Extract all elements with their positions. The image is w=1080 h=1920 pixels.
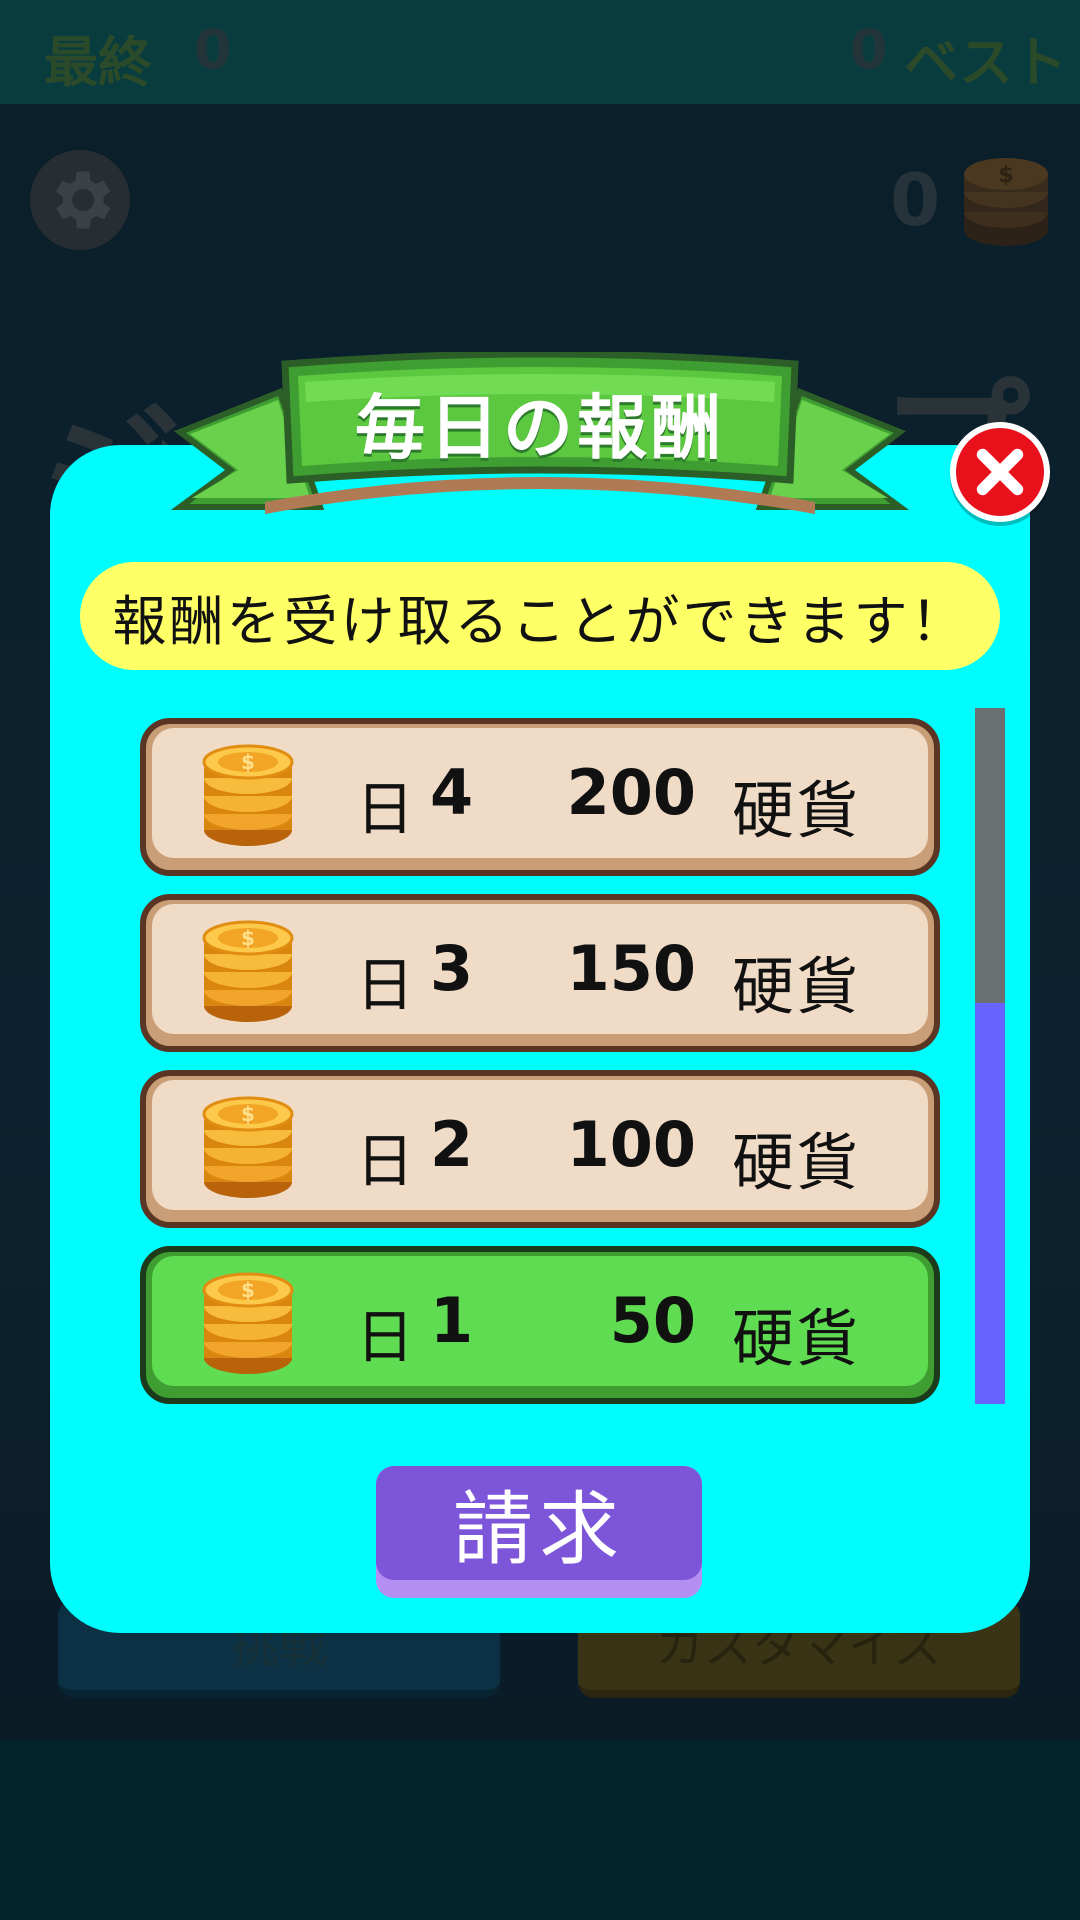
coin-unit: 硬貨 <box>732 774 861 847</box>
coin-stack-icon: $ <box>202 920 294 1022</box>
day-label: 日 <box>356 1303 415 1371</box>
day-label: 日 <box>356 951 415 1019</box>
svg-text:$: $ <box>241 1278 255 1302</box>
reward-row-day-2[interactable]: $ 日 2 100 硬貨 <box>140 1070 940 1228</box>
settings-button[interactable] <box>30 150 130 250</box>
day-label: 日 <box>356 1127 415 1195</box>
scrollbar-thumb[interactable] <box>975 1003 1005 1404</box>
best-score-label: ベスト <box>904 31 1068 94</box>
day-number: 2 <box>430 1108 474 1181</box>
coin-unit: 硬貨 <box>732 1126 861 1199</box>
coin-amount: 150 <box>566 932 696 1005</box>
reward-row-day-3[interactable]: $ 日 3 150 硬貨 <box>140 894 940 1052</box>
coin-stack-icon: $ <box>202 1096 294 1198</box>
day-number: 1 <box>430 1284 474 1357</box>
reward-row-day-4[interactable]: $ 日 4 200 硬貨 <box>140 718 940 876</box>
coin-count: 0 <box>890 158 941 242</box>
coin-unit: 硬貨 <box>732 1302 861 1375</box>
coin-stack-icon: $ <box>202 744 294 846</box>
coin-stack-icon: $ <box>964 158 1048 246</box>
svg-text:$: $ <box>241 1102 255 1126</box>
reward-row-day-1[interactable]: $ 日 1 50 硬貨 <box>140 1246 940 1404</box>
svg-text:$: $ <box>241 926 255 950</box>
close-icon <box>976 448 1024 496</box>
reward-message: 報酬を受け取ることができます！ <box>80 562 1000 670</box>
coin-unit: 硬貨 <box>732 950 861 1023</box>
scrollbar-track[interactable] <box>975 708 1005 1404</box>
day-number: 3 <box>430 932 474 1005</box>
svg-text:$: $ <box>241 750 255 774</box>
bottom-area <box>0 1740 1080 1920</box>
best-score-value: 0 <box>850 18 888 81</box>
last-score-label: 最終 <box>44 31 152 94</box>
coin-amount: 200 <box>566 756 696 829</box>
svg-text:$: $ <box>998 163 1013 188</box>
coin-stack-icon: $ <box>202 1272 294 1374</box>
gear-icon <box>55 171 111 229</box>
last-score-value: 0 <box>194 18 232 81</box>
coin-amount: 100 <box>566 1108 696 1181</box>
claim-button[interactable]: 請求 <box>376 1466 702 1598</box>
day-label: 日 <box>356 775 415 843</box>
day-number: 4 <box>430 756 474 829</box>
reward-list[interactable]: $ 日 4 200 硬貨 $ 日 3 150 硬貨 $ 日 2 100 硬貨 $ 日 1 50 硬貨 <box>140 718 940 1404</box>
coin-amount: 50 <box>609 1284 696 1357</box>
top-score-bar: 最終 0 0 ベスト <box>0 0 1080 104</box>
close-button[interactable] <box>950 422 1050 522</box>
claim-button-label: 請求 <box>376 1466 702 1580</box>
dialog-title: 毎日の報酬 <box>355 387 725 469</box>
